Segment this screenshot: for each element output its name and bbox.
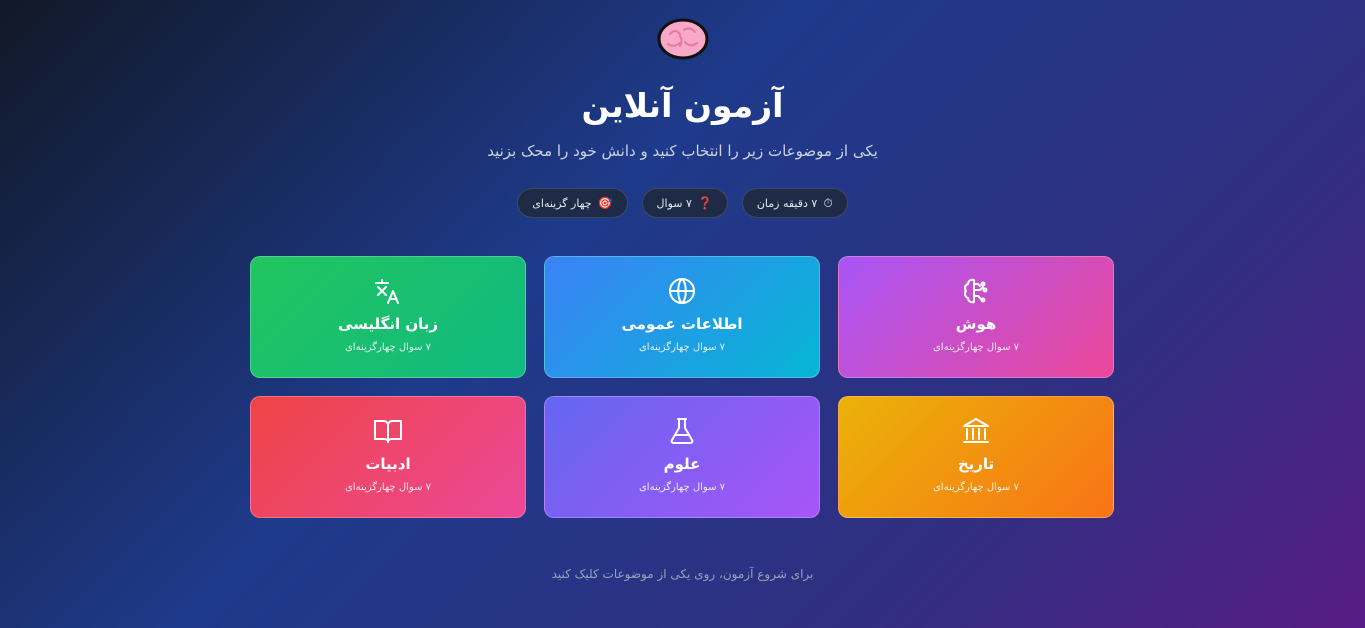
category-name: اطلاعات عمومی <box>621 315 743 333</box>
category-meta: ۷ سوال چهارگزینه‌ای <box>932 342 1020 353</box>
flask-icon <box>670 418 694 444</box>
category-meta: ۷ سوال چهارگزینه‌ای <box>344 482 432 493</box>
time-badge: ⏱ ۷ دقیقه زمان <box>741 188 848 218</box>
stopwatch-icon: ⏱ <box>823 196 833 210</box>
category-name: ادبیات <box>365 455 411 473</box>
badge-label: ۷ سوال <box>656 196 692 210</box>
category-card-intelligence[interactable]: هوش ۷ سوال چهارگزینه‌ای <box>838 256 1114 378</box>
page-subtitle: یکی از موضوعات زیر را انتخاب کنید و دانش… <box>487 142 878 160</box>
badge-label: ۷ دقیقه زمان <box>756 196 818 210</box>
landmark-icon <box>963 418 989 443</box>
category-meta: ۷ سوال چهارگزینه‌ای <box>638 482 726 493</box>
info-badges: ⏱ ۷ دقیقه زمان ❓ ۷ سوال 🎯 چهار گزینه‌ای <box>0 188 1365 218</box>
format-badge: 🎯 چهار گزینه‌ای <box>517 188 628 218</box>
category-card-general-knowledge[interactable]: اطلاعات عمومی ۷ سوال چهارگزینه‌ای <box>544 256 820 378</box>
category-meta: ۷ سوال چهارگزینه‌ای <box>344 342 432 353</box>
badge-label: چهار گزینه‌ای <box>532 196 592 210</box>
category-name: علوم <box>663 455 701 473</box>
category-name: زبان انگلیسی <box>337 315 439 333</box>
book-open-icon <box>374 420 402 443</box>
questions-badge: ❓ ۷ سوال <box>641 188 728 218</box>
brain-icon <box>657 18 708 60</box>
category-card-literature[interactable]: ادبیات ۷ سوال چهارگزینه‌ای <box>250 396 526 518</box>
category-card-science[interactable]: علوم ۷ سوال چهارگزینه‌ای <box>544 396 820 518</box>
globe-icon <box>669 278 695 304</box>
question-mark-icon: ❓ <box>697 196 713 210</box>
page-title: آزمون آنلاین <box>581 86 784 125</box>
quiz-home-page: آزمون آنلاین یکی از موضوعات زیر را انتخا… <box>0 0 1365 628</box>
footer-hint: برای شروع آزمون، روی یکی از موضوعات کلیک… <box>551 567 814 581</box>
category-name: هوش <box>955 315 997 333</box>
target-icon: 🎯 <box>597 196 613 210</box>
category-name: تاریخ <box>957 455 995 473</box>
category-meta: ۷ سوال چهارگزینه‌ای <box>932 482 1020 493</box>
category-meta: ۷ سوال چهارگزینه‌ای <box>638 342 726 353</box>
category-grid: هوش ۷ سوال چهارگزینه‌ای اطلاعات عمومی ۷ … <box>250 256 1114 518</box>
brain-icon <box>963 278 988 304</box>
category-card-history[interactable]: تاریخ ۷ سوال چهارگزینه‌ای <box>838 396 1114 518</box>
translate-icon <box>375 279 399 304</box>
category-card-english[interactable]: زبان انگلیسی ۷ سوال چهارگزینه‌ای <box>250 256 526 378</box>
